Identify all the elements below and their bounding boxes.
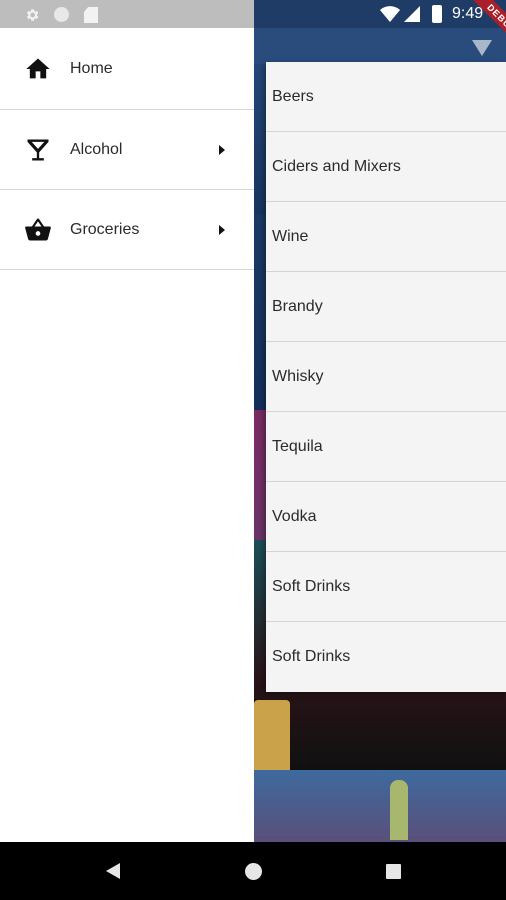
battery-icon [432,5,442,23]
submenu-item-whisky[interactable]: Whisky [266,342,506,412]
drawer-item-groceries[interactable]: Groceries [0,190,254,270]
arrow-right-icon [219,144,225,155]
drawer-item-home[interactable]: Home [0,28,254,110]
bottle-image [390,780,408,840]
filter-icon[interactable] [472,40,492,56]
system-nav-bar [0,842,506,900]
submenu-item-wine[interactable]: Wine [266,202,506,272]
status-bar: 9:49 [0,0,506,28]
wifi-icon [380,6,400,22]
submenu-item-brandy[interactable]: Brandy [266,272,506,342]
submenu-item-ciders-and-mixers[interactable]: Ciders and Mixers [266,132,506,202]
submenu-item-tequila[interactable]: Tequila [266,412,506,482]
submenu-item-soft-drinks[interactable]: Soft Drinks [266,552,506,622]
submenu-item-soft-drinks[interactable]: Soft Drinks [266,622,506,692]
recent-apps-icon[interactable] [386,864,401,879]
drawer-item-label: Alcohol [70,140,123,158]
drawer-item-label: Home [70,59,113,77]
shopping-basket-icon [25,217,51,241]
settings-gear-icon [26,9,39,21]
home-icon [26,58,50,79]
home-button-icon[interactable] [245,863,262,880]
submenu-item-beers[interactable]: Beers [266,62,506,132]
alcohol-submenu: Beers Ciders and Mixers Wine Brandy Whis… [266,62,506,692]
submenu-item-vodka[interactable]: Vodka [266,482,506,552]
notification-dot-icon [54,7,69,22]
navigation-drawer: Home Alcohol Groceries [0,28,254,842]
arrow-right-icon [219,224,225,235]
drawer-item-alcohol[interactable]: Alcohol [0,110,254,190]
status-clock: 9:49 [452,5,484,22]
drawer-item-label: Groceries [70,220,140,238]
app-bar [254,28,506,64]
category-tile [254,770,506,842]
cocktail-glass-icon [27,139,49,160]
bottle-image [254,700,290,770]
back-icon[interactable] [106,863,120,879]
